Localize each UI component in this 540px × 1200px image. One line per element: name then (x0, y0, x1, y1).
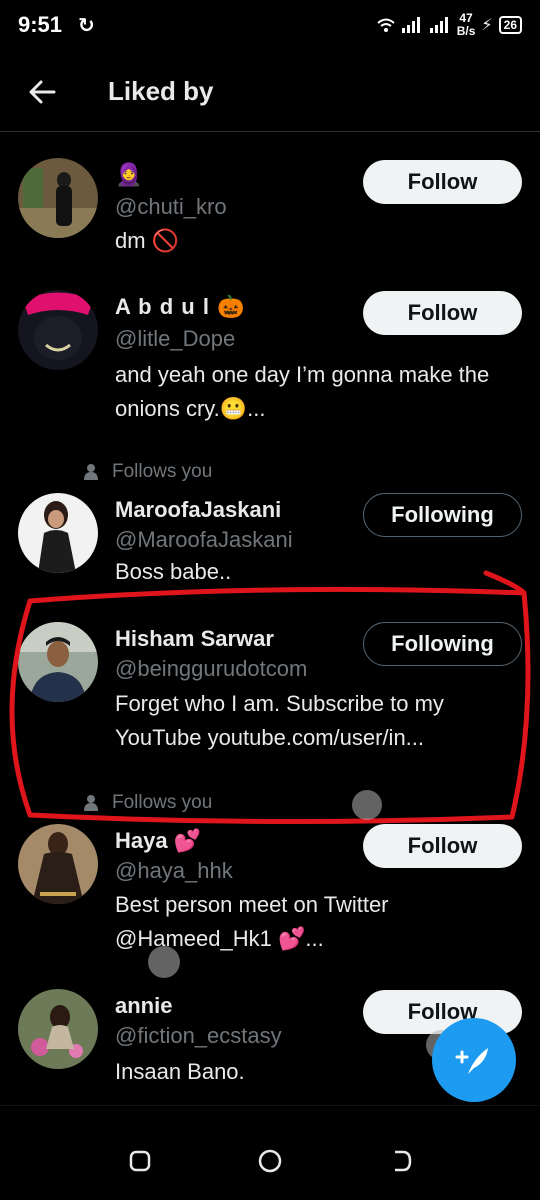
charging-icon: ⚡ (481, 17, 493, 34)
user-bio: and yeah one day I’m gonna make the onio… (115, 362, 490, 421)
touch-indicator (148, 946, 180, 978)
user-name: MaroofaJaskani (115, 497, 282, 522)
user-handle: @fiction_ecstasy (115, 1023, 282, 1048)
avatar[interactable] (18, 493, 98, 573)
home-icon[interactable] (255, 1146, 285, 1176)
page-title: Liked by (108, 76, 214, 106)
follows-you-label: Follows you (84, 461, 212, 483)
back-icon[interactable] (386, 1146, 416, 1176)
battery-icon: 26 (498, 16, 522, 34)
wifi-icon (377, 18, 395, 32)
user-bio: Best person meet on Twitter @Hameed_Hk1 … (115, 892, 389, 951)
avatar[interactable] (18, 824, 98, 904)
signal-icon (401, 17, 420, 33)
user-handle: @litle_Dope (115, 326, 236, 351)
follow-button[interactable]: Follow (363, 824, 522, 868)
person-icon (84, 464, 98, 480)
user-row[interactable]: A b d u l 🎃 @litle_Dope and yeah one day… (0, 282, 540, 442)
compose-feather-icon (455, 1048, 488, 1074)
avatar[interactable] (18, 622, 98, 702)
compose-tweet-button[interactable] (432, 1018, 516, 1102)
signal-icon-2 (429, 17, 448, 33)
user-name: Haya 💕 (115, 828, 202, 853)
user-row[interactable]: Follows you MaroofaJaskani @MaroofaJaska… (0, 455, 540, 590)
user-row[interactable]: Hisham Sarwar @beinggurudotcom Forget wh… (0, 610, 540, 785)
avatar[interactable] (18, 989, 98, 1069)
user-row[interactable]: 🧕 @chuti_kro dm 🚫 Follow (0, 150, 540, 270)
touch-indicator (352, 790, 382, 820)
system-nav-bar (0, 1105, 540, 1200)
user-name: annie (115, 993, 173, 1018)
back-arrow-icon[interactable] (24, 74, 60, 110)
user-name: A b d u l 🎃 (115, 294, 246, 319)
status-time: 9:51 (18, 12, 63, 37)
user-row[interactable]: Follows you Haya 💕 @haya_hhk Best person… (0, 786, 540, 956)
avatar[interactable] (18, 158, 98, 238)
user-bio: Boss babe.. (115, 559, 232, 584)
user-handle: @haya_hhk (115, 858, 233, 883)
sync-icon: ↻ (78, 14, 95, 37)
user-name: 🧕 (115, 162, 143, 187)
header: Liked by (0, 50, 540, 132)
avatar[interactable] (18, 290, 98, 370)
status-indicators: 47 B/s ⚡ 26 (377, 12, 522, 38)
follow-button[interactable]: Follow (363, 291, 522, 335)
recents-icon[interactable] (125, 1146, 155, 1176)
status-bar: 9:51 ↻ 47 B/s ⚡ 26 (0, 0, 540, 50)
user-bio: Forget who I am. Subscribe to my YouTube… (115, 691, 444, 750)
user-handle: @chuti_kro (115, 194, 227, 219)
net-speed: 47 B/s (456, 11, 476, 38)
following-button[interactable]: Following (363, 493, 522, 537)
follow-button[interactable]: Follow (363, 160, 522, 204)
following-button[interactable]: Following (363, 622, 522, 666)
user-handle: @MaroofaJaskani (115, 527, 293, 552)
user-bio: dm 🚫 (115, 228, 180, 253)
user-name: Hisham Sarwar (115, 626, 274, 651)
user-handle: @beinggurudotcom (115, 656, 308, 681)
follows-you-label: Follows you (84, 792, 212, 814)
person-icon (84, 795, 98, 811)
